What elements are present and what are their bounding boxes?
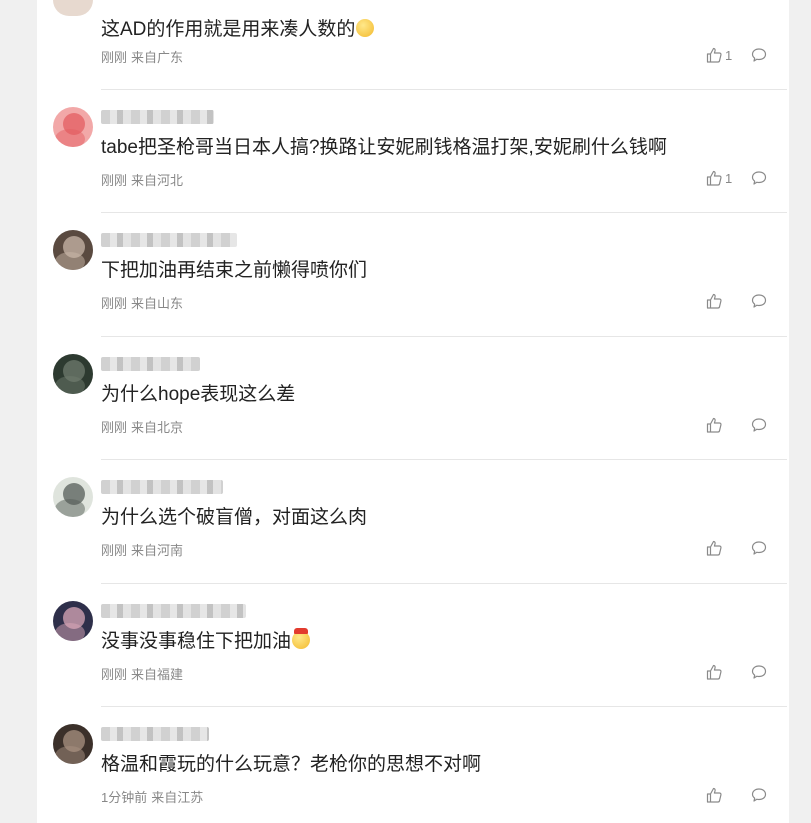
comment-time: 刚刚: [101, 543, 128, 558]
like-count: 1: [725, 48, 733, 63]
like-thumb-icon[interactable]: [706, 540, 722, 556]
like-thumb-icon[interactable]: [706, 293, 722, 309]
like-count: 1: [725, 171, 733, 186]
comment-text: 这AD的作用就是用来凑人数的: [101, 18, 375, 42]
username[interactable]: [101, 110, 214, 124]
comment-text: 为什么选个破盲僧，对面这么肉: [101, 506, 367, 530]
reply-bubble-icon[interactable]: [751, 293, 767, 309]
like-thumb-icon[interactable]: [706, 787, 722, 803]
comment-text-content: tabe把圣枪哥当日本人搞?换路让安妮刷钱格温打架,安妮刷什么钱啊: [101, 137, 667, 158]
username[interactable]: [101, 727, 209, 741]
like-thumb-icon[interactable]: [706, 664, 722, 680]
comment-text-content: 下把加油再结束之前懒得喷你们: [101, 260, 368, 281]
comment-location: 来自北京: [131, 420, 184, 435]
avatar[interactable]: [53, 354, 93, 394]
comment-meta: 刚刚 来自河北: [101, 170, 183, 189]
comment-text: 下把加油再结束之前懒得喷你们: [101, 259, 367, 283]
comment-time: 刚刚: [101, 420, 128, 435]
comment-time: 1分钟前: [101, 790, 148, 805]
reply-bubble-icon[interactable]: [751, 540, 767, 556]
comment-time: 刚刚: [101, 296, 128, 311]
comment-location: 来自河南: [131, 543, 184, 558]
avatar[interactable]: [53, 724, 93, 764]
like-thumb-icon[interactable]: [706, 417, 722, 433]
reply-bubble-icon[interactable]: [751, 170, 767, 186]
comment-time: 刚刚: [101, 667, 128, 682]
comment-meta: 刚刚 来自福建: [101, 664, 183, 683]
comment-text: tabe把圣枪哥当日本人搞?换路让安妮刷钱格温打架,安妮刷什么钱啊: [101, 136, 667, 160]
comment-item: 没事没事稳住下把加油 刚刚 来自福建: [37, 584, 789, 708]
thinking-face-emoji-icon: [356, 19, 375, 37]
comment-meta: 刚刚 来自广东: [101, 47, 183, 66]
comment-text-content: 这AD的作用就是用来凑人数的: [101, 19, 356, 40]
comment-item: 下把加油再结束之前懒得喷你们 刚刚 来自山东: [37, 213, 789, 337]
like-thumb-icon[interactable]: [706, 47, 722, 63]
comment-text-content: 为什么hope表现这么差: [101, 384, 296, 405]
username[interactable]: [101, 604, 246, 618]
username[interactable]: [101, 233, 237, 247]
avatar[interactable]: [53, 230, 93, 270]
reply-bubble-icon[interactable]: [751, 664, 767, 680]
comment-text-content: 为什么选个破盲僧，对面这么肉: [101, 507, 368, 528]
comment-text-content: 格温和霞玩的什么玩意？老枪你的思想不对啊: [101, 754, 482, 775]
comment-item: 格温和霞玩的什么玩意？老枪你的思想不对啊 1分钟前 来自江苏: [37, 707, 789, 823]
reply-bubble-icon[interactable]: [751, 47, 767, 63]
comment-feed: 这AD的作用就是用来凑人数的 刚刚 来自广东 1 tabe把圣枪哥当日本人搞?换路让安妮…: [37, 0, 789, 823]
reply-bubble-icon[interactable]: [751, 417, 767, 433]
comment-meta: 刚刚 来自山东: [101, 293, 183, 312]
comment-time: 刚刚: [101, 173, 128, 188]
cowboy-face-emoji-icon: [292, 628, 311, 649]
comment-location: 来自江苏: [151, 790, 204, 805]
avatar[interactable]: [53, 601, 93, 641]
comment-location: 来自福建: [131, 667, 184, 682]
username[interactable]: [101, 357, 200, 371]
avatar[interactable]: [53, 477, 93, 517]
comment-location: 来自广东: [131, 50, 184, 65]
comment-text: 没事没事稳住下把加油: [101, 628, 311, 654]
avatar[interactable]: [53, 107, 93, 147]
reply-bubble-icon[interactable]: [751, 787, 767, 803]
comment-item: 为什么选个破盲僧，对面这么肉 刚刚 来自河南: [37, 460, 789, 584]
comment-location: 来自山东: [131, 296, 184, 311]
comment-meta: 刚刚 来自河南: [101, 540, 183, 559]
comment-time: 刚刚: [101, 50, 128, 65]
comment-text-content: 没事没事稳住下把加油: [101, 631, 292, 652]
like-thumb-icon[interactable]: [706, 170, 722, 186]
comment-meta: 刚刚 来自北京: [101, 417, 183, 436]
comment-location: 来自河北: [131, 173, 184, 188]
comment-item: 为什么hope表现这么差 刚刚 来自北京: [37, 337, 789, 461]
comment-item: tabe把圣枪哥当日本人搞?换路让安妮刷钱格温打架,安妮刷什么钱啊 刚刚 来自河北 1: [37, 90, 789, 214]
comment-text: 格温和霞玩的什么玩意？老枪你的思想不对啊: [101, 753, 481, 777]
username[interactable]: [101, 480, 223, 494]
comment-meta: 1分钟前 来自江苏: [101, 787, 203, 806]
comment-text: 为什么hope表现这么差: [101, 383, 295, 407]
